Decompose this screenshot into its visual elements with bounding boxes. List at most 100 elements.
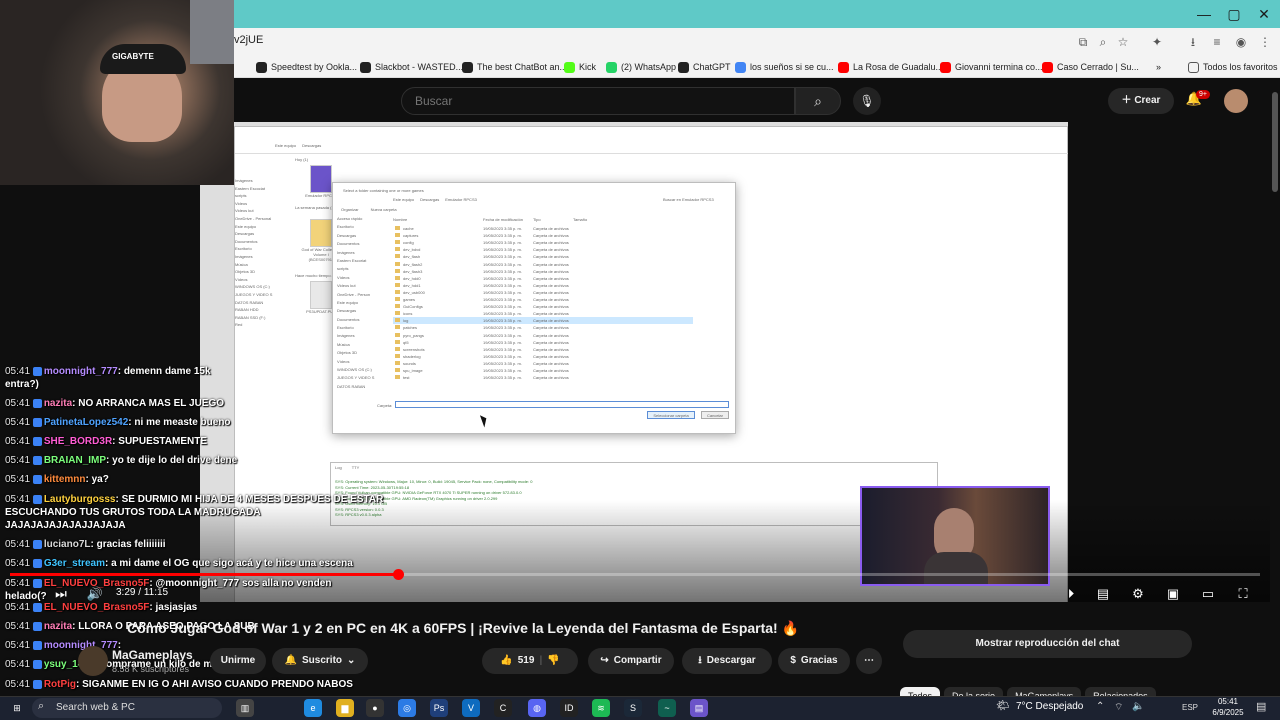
folder-row[interactable]: qt5 19/05/2023 3:35 p. m. Carpeta de archi…	[393, 339, 693, 346]
sidebar-item[interactable]: Eastern Escociat	[235, 185, 285, 193]
path-segment[interactable]: Emulador RPCS3	[445, 197, 477, 202]
file-group-header[interactable]: Hoy (1)	[295, 157, 308, 162]
edge-icon[interactable]: e	[304, 699, 322, 717]
search-input[interactable]	[402, 88, 794, 114]
sidebar-item[interactable]: Este equipo	[235, 223, 285, 231]
chat-username[interactable]: nazita	[44, 398, 72, 409]
game-icon[interactable]: ~	[658, 699, 676, 717]
folder-row[interactable]: sounds 19/05/2023 3:35 p. m. Carpeta de ar…	[393, 360, 693, 367]
show-chat-replay-button[interactable]: Mostrar reproducción del chat	[903, 630, 1192, 658]
chat-username[interactable]: moonnight_777	[44, 366, 118, 377]
sidebar-item[interactable]: Documentos	[337, 240, 387, 248]
sidebar-item[interactable]: Eastern Escoriat	[337, 257, 387, 265]
folder-row[interactable]: games 19/05/2023 3:35 p. m. Carpeta de arc…	[393, 296, 693, 303]
settings-button[interactable]: ⚙	[1127, 584, 1149, 604]
sidebar-item[interactable]: Videos kut	[337, 282, 387, 290]
download-button[interactable]: ⭳ Descargar	[682, 648, 772, 674]
folder-row[interactable]: config 19/05/2023 3:35 p. m. Carpeta de ar…	[393, 239, 693, 246]
profile-icon[interactable]: ◉	[1232, 34, 1250, 50]
sidebar-item[interactable]: Música	[337, 341, 387, 349]
task-view-icon[interactable]: ▥	[236, 699, 254, 717]
folder-name-input[interactable]	[395, 401, 729, 408]
toolbar-item[interactable]: Nueva carpeta	[371, 207, 397, 212]
column-header[interactable]: Fecha de modificación	[483, 217, 523, 222]
theater-mode-button[interactable]: ▭	[1197, 584, 1219, 604]
fullscreen-button[interactable]: ⛶	[1232, 584, 1254, 604]
subscribed-button[interactable]: 🔔 Suscrito ⌄	[272, 648, 368, 674]
chat-username[interactable]: BRAIAN_IMP	[44, 455, 106, 466]
folder-row[interactable]: dev_hdd0 19/05/2023 3:35 p. m. Carpeta de …	[393, 275, 693, 282]
bookmarks-overflow-button[interactable]: »	[1156, 59, 1161, 75]
bookmark-item[interactable]: La Rosa de Guadalu...	[838, 59, 943, 75]
media-control-icon[interactable]: ≡	[1208, 34, 1226, 50]
sidebar-item[interactable]: Este equipo	[337, 299, 387, 307]
obs-icon[interactable]: ●	[366, 699, 384, 717]
sidebar-item[interactable]: Vídeos	[337, 274, 387, 282]
sidebar-item[interactable]: Videos kut	[235, 207, 285, 215]
file-group-header[interactable]: La semana pasada (1)	[295, 205, 335, 210]
page-scrollbar[interactable]	[1272, 92, 1278, 192]
sidebar-item[interactable]: WINDOWS OS (C:)	[235, 283, 285, 291]
folder-row[interactable]: captures 19/05/2023 3:35 p. m. Carpeta de …	[393, 232, 693, 239]
sidebar-item[interactable]: Imágenes	[235, 177, 285, 185]
bookmark-item[interactable]: Caso Cerrado | Su...	[1042, 59, 1139, 75]
url-text[interactable]: v2jUE	[234, 34, 263, 46]
downloads-icon[interactable]: ⭳	[1184, 34, 1202, 50]
chat-username[interactable]: SHE_BORD3R	[44, 436, 112, 447]
path-segment[interactable]: Descargas	[302, 143, 321, 148]
chat-username[interactable]: luciano7L	[44, 539, 91, 550]
channel-avatar[interactable]	[78, 646, 108, 676]
folder-row[interactable]: dev_flash3 19/05/2023 3:35 p. m. Carpeta d…	[393, 268, 693, 275]
browser-menu-icon[interactable]: ⋮	[1256, 34, 1274, 50]
folder-row[interactable]: cache 19/05/2023 3:35 p. m. Carpeta de arc…	[393, 225, 693, 232]
sidebar-item[interactable]: OneDrive - Personal	[235, 215, 285, 223]
chat-username[interactable]: PatinetaLopez542	[44, 417, 128, 428]
join-button[interactable]: Unirme	[210, 648, 266, 674]
volume-tray-icon[interactable]: 🔈	[1132, 701, 1144, 712]
column-header[interactable]: Tamaño	[573, 217, 587, 222]
discord-icon[interactable]: ◍	[528, 699, 546, 717]
autoplay-toggle[interactable]: ⏵	[1060, 584, 1082, 604]
start-button[interactable]: ⊞	[8, 699, 26, 717]
sidebar-item[interactable]: Documentos	[337, 316, 387, 324]
window-close-button[interactable]: ✕	[1248, 4, 1280, 24]
edge-dev-icon[interactable]: C	[494, 699, 512, 717]
zoom-icon[interactable]: ⌕	[1094, 34, 1112, 50]
clock-date[interactable]: 6/9/2025	[1204, 708, 1252, 717]
folder-row[interactable]: dev_flash2 19/05/2023 3:35 p. m. Carpeta d…	[393, 261, 693, 268]
sidebar-item[interactable]: Descargas	[337, 307, 387, 315]
sidebar-item[interactable]: Vídeos	[235, 276, 285, 284]
chat-username[interactable]: G3er_stream	[44, 558, 105, 569]
sidebar-item[interactable]: Objetos 3D	[235, 268, 285, 276]
sidebar-item[interactable]: RABAN SSD (F:)	[235, 314, 285, 322]
voice-search-button[interactable]: 🎙	[853, 87, 881, 115]
search-button[interactable]: ⌕	[795, 87, 841, 115]
bookmark-item[interactable]: (2) WhatsApp	[606, 59, 676, 75]
path-segment[interactable]: Este equipo	[393, 197, 414, 202]
bookmark-item[interactable]: Slackbot - WASTED...	[360, 59, 463, 75]
sidebar-item[interactable]: scripts	[337, 265, 387, 273]
bookmark-item[interactable]: Speedtest by Ookla...	[256, 59, 357, 75]
notification-center-icon[interactable]: ▤	[1256, 700, 1266, 713]
folder-row[interactable]: screenshots 19/05/2023 3:35 p. m. Carpeta …	[393, 346, 693, 353]
cancel-button[interactable]: Cancelar	[701, 411, 729, 419]
subtitles-button[interactable]: ▤	[1092, 584, 1114, 604]
clock-time[interactable]: 05:41	[1208, 697, 1248, 706]
path-segment[interactable]: Este equipo	[275, 143, 296, 148]
column-header[interactable]: Nombre	[393, 217, 407, 222]
chat-username[interactable]: kittemnn	[44, 474, 86, 485]
sidebar-item[interactable]: Acceso rápido	[337, 215, 387, 223]
folder-row[interactable]: dev_usb000 19/05/2023 3:35 p. m. Carpeta d…	[393, 289, 693, 296]
window-minimize-button[interactable]: —	[1188, 4, 1220, 24]
chrome-icon[interactable]: ◎	[398, 699, 416, 717]
dialog-search[interactable]: Buscar en Emulador RPCS3	[663, 197, 714, 202]
folder-row[interactable]: test 19/05/2023 3:35 p. m. Carpeta de arch…	[393, 374, 693, 381]
create-button[interactable]: ＋ Crear	[1108, 88, 1174, 114]
toolbar-item[interactable]: Organizar	[341, 207, 359, 212]
language-indicator[interactable]: ESP	[1182, 703, 1198, 712]
sidebar-item[interactable]: Escritorio	[337, 223, 387, 231]
folder-row[interactable]: dev_bdvd 19/05/2023 3:35 p. m. Carpeta de …	[393, 246, 693, 253]
sidebar-item[interactable]: Imágenes	[337, 332, 387, 340]
spotify-icon[interactable]: ≋	[592, 699, 610, 717]
chat-username[interactable]: RotPig	[44, 679, 76, 690]
